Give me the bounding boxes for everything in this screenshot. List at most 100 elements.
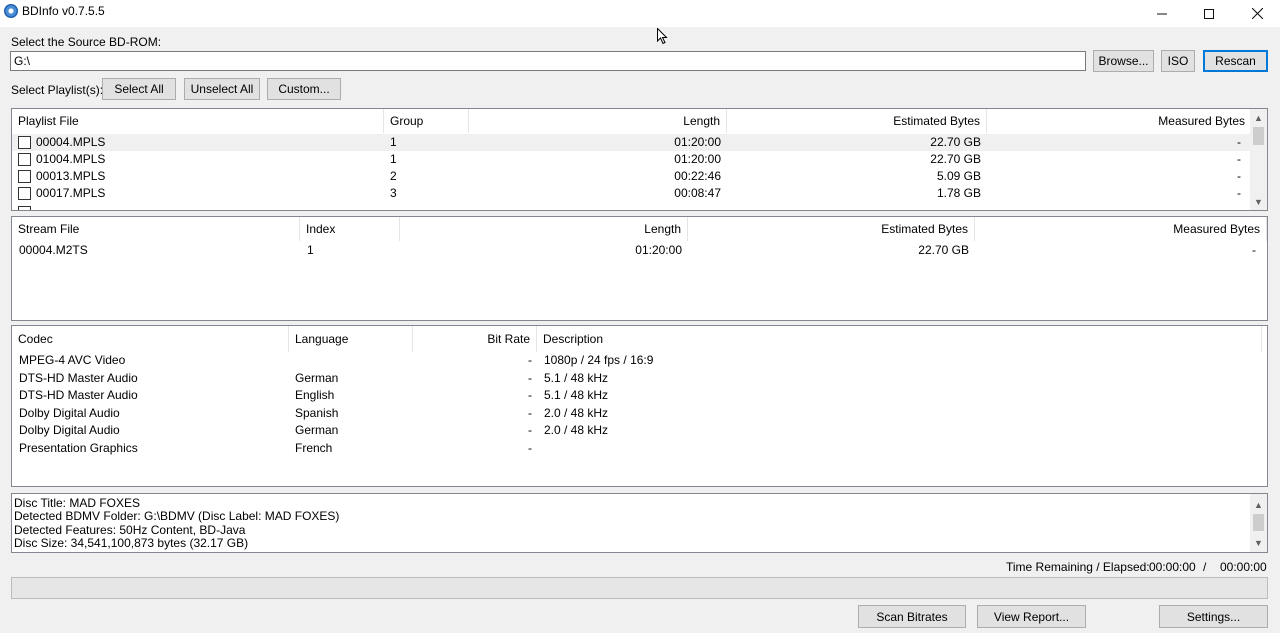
row-checkbox[interactable] [18,136,31,149]
time-elapsed-value: 00:00:00 [1220,560,1267,574]
time-remaining-label: Time Remaining / Elapsed: [1006,560,1150,574]
language-cell: German [295,423,339,437]
view-report-button[interactable]: View Report... [977,605,1086,628]
codec-cell: MPEG-4 AVC Video [19,353,126,367]
language-cell: German [295,370,339,385]
row-checkbox[interactable] [18,206,31,210]
select-all-button[interactable]: Select All [102,78,176,100]
scroll-thumb[interactable] [1253,127,1264,145]
scroll-up-icon[interactable]: ▲ [1250,109,1267,126]
scroll-down-icon[interactable]: ▼ [1250,534,1267,551]
measured-bytes-cell: - [1237,186,1241,200]
measured-bytes-cell: - [1237,135,1241,149]
select-playlists-label: Select Playlist(s): [11,83,104,97]
description-cell: 5.1 / 48 kHz [544,370,609,385]
description-cell: 1080p / 24 fps / 16:9 [544,353,654,367]
row-checkbox[interactable] [18,187,31,200]
title-bar [0,0,1280,27]
codec-cell: Dolby Digital Audio [19,423,120,437]
time-remaining-value: 00:00:00 [1149,560,1196,574]
length-cell: 01:20:00 [674,152,721,166]
unselect-all-button[interactable]: Unselect All [184,78,260,100]
column-header-playlist-file[interactable]: Playlist File [12,109,384,133]
codec-list[interactable]: Codec Language Bit Rate Description MPEG… [11,325,1268,487]
column-header-estimated-bytes[interactable]: Estimated Bytes [727,109,987,133]
disc-info-line: Disc Size: 34,541,100,873 bytes (32.17 G… [14,535,249,550]
description-cell: 5.1 / 48 kHz [544,388,609,402]
iso-button[interactable]: ISO [1161,50,1195,72]
playlist-file-cell: 00004.MPLS [36,135,106,149]
column-header-group[interactable]: Group [384,109,469,133]
table-row[interactable]: 00013.MPLS 2 00:22:46 5.09 GB - [12,168,1252,185]
table-row[interactable]: Dolby Digital Audio German - 2.0 / 48 kH… [12,422,1267,439]
estimated-bytes-cell: 1.78 GB [936,186,981,200]
length-cell: 00:08:47 [674,186,721,200]
disc-info-textbox[interactable]: Disc Title: MAD FOXES Detected BDMV Fold… [11,493,1268,553]
scan-progress-bar [11,577,1268,599]
table-row[interactable]: Dolby Digital Audio Spanish - 2.0 / 48 k… [12,405,1267,422]
column-header-length[interactable]: Length [400,217,688,241]
estimated-bytes-cell: 22.70 GB [930,135,981,149]
column-header-index[interactable]: Index [300,217,400,241]
description-cell: 2.0 / 48 kHz [544,405,609,420]
bit-rate-cell: - [528,370,532,385]
time-separator: / [1203,560,1207,574]
disc-info-line: Disc Title: MAD FOXES [14,496,141,510]
table-row[interactable]: 01004.MPLS 1 01:20:00 22.70 GB - [12,151,1252,168]
group-cell: 1 [390,152,397,166]
stream-list[interactable]: Stream File Index Length Estimated Bytes… [11,216,1268,321]
column-header-codec[interactable]: Codec [12,326,289,352]
minimize-button[interactable] [1139,0,1185,27]
bdinfo-disc-icon [4,4,18,18]
group-cell: 1 [390,135,397,149]
source-path-input[interactable]: G:\ [10,51,1086,71]
mouse-cursor-icon [657,28,668,45]
column-header-estimated-bytes[interactable]: Estimated Bytes [688,217,975,241]
table-row-clipped[interactable] [12,204,1252,210]
table-row[interactable]: 00017.MPLS 3 00:08:47 1.78 GB - [12,185,1252,202]
table-row[interactable]: MPEG-4 AVC Video - 1080p / 24 fps / 16:9 [12,352,1267,369]
browse-button[interactable]: Browse... [1093,50,1154,72]
column-header-measured-bytes[interactable]: Measured Bytes [987,109,1252,133]
close-button[interactable] [1234,0,1280,27]
group-cell: 3 [390,186,397,200]
row-checkbox[interactable] [18,153,31,166]
source-label: Select the Source BD-ROM: [11,35,162,49]
scan-bitrates-button[interactable]: Scan Bitrates [858,605,966,628]
disc-info-line: Detected Features: 50Hz Content, BD-Java [14,522,246,537]
column-header-description[interactable]: Description [537,326,1262,352]
disc-info-scrollbar[interactable]: ▲ ▼ [1250,494,1267,552]
rescan-button[interactable]: Rescan [1203,50,1268,72]
language-cell: English [295,388,335,402]
measured-bytes-cell: - [1237,169,1241,183]
table-row[interactable]: Presentation Graphics French - [12,440,1267,457]
column-header-bit-rate[interactable]: Bit Rate [413,326,537,352]
playlist-scrollbar[interactable]: ▲ ▼ [1250,109,1267,210]
language-cell: French [295,440,333,455]
length-cell: 01:20:00 [635,243,682,257]
column-header-measured-bytes[interactable]: Measured Bytes [975,217,1267,241]
group-cell: 2 [390,169,397,183]
codec-cell: DTS-HD Master Audio [19,388,138,402]
length-cell: 01:20:00 [674,135,721,149]
scroll-thumb[interactable] [1253,514,1264,531]
column-header-length[interactable]: Length [469,109,727,133]
maximize-icon [1204,8,1214,19]
estimated-bytes-cell: 22.70 GB [930,152,981,166]
scroll-down-icon[interactable]: ▼ [1250,193,1267,210]
scroll-up-icon[interactable]: ▲ [1250,496,1267,513]
column-header-stream-file[interactable]: Stream File [12,217,300,241]
table-row[interactable]: DTS-HD Master Audio English - 5.1 / 48 k… [12,387,1267,404]
column-header-language[interactable]: Language [289,326,413,352]
maximize-button[interactable] [1186,0,1232,27]
table-row[interactable]: 00004.MPLS 1 01:20:00 22.70 GB - [12,134,1252,151]
table-row[interactable]: DTS-HD Master Audio German - 5.1 / 48 kH… [12,370,1267,387]
playlist-file-cell: 01004.MPLS [36,152,106,166]
playlist-list[interactable]: Playlist File Group Length Estimated Byt… [11,108,1268,211]
custom-button[interactable]: Custom... [267,78,341,100]
settings-button[interactable]: Settings... [1159,605,1268,628]
bit-rate-cell: - [528,423,532,437]
bit-rate-cell: - [528,353,532,367]
row-checkbox[interactable] [18,170,31,183]
table-row[interactable]: 00004.M2TS 1 01:20:00 22.70 GB - [12,242,1267,259]
